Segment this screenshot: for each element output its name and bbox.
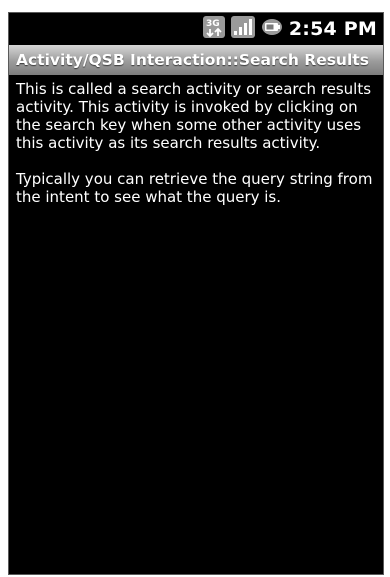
- content-area: This is called a search activity or sear…: [16, 80, 378, 206]
- svg-text:3G: 3G: [206, 19, 220, 29]
- status-time: 2:54 PM: [288, 18, 377, 40]
- signal-strength-icon: [230, 15, 255, 43]
- page-title: Activity/QSB Interaction::Search Results: [16, 51, 369, 69]
- 3g-data-icon: 3G: [202, 15, 225, 43]
- query-paragraph: Typically you can retrieve the query str…: [16, 170, 373, 206]
- battery-icon: [261, 17, 283, 42]
- description-paragraph: This is called a search activity or sear…: [16, 80, 372, 152]
- title-bar: Activity/QSB Interaction::Search Results: [9, 45, 383, 75]
- status-bar: 3G 2:54 PM: [9, 13, 383, 45]
- device-screen: 3G 2:54 PM Activity/QSB Interaction::Sea…: [8, 12, 384, 575]
